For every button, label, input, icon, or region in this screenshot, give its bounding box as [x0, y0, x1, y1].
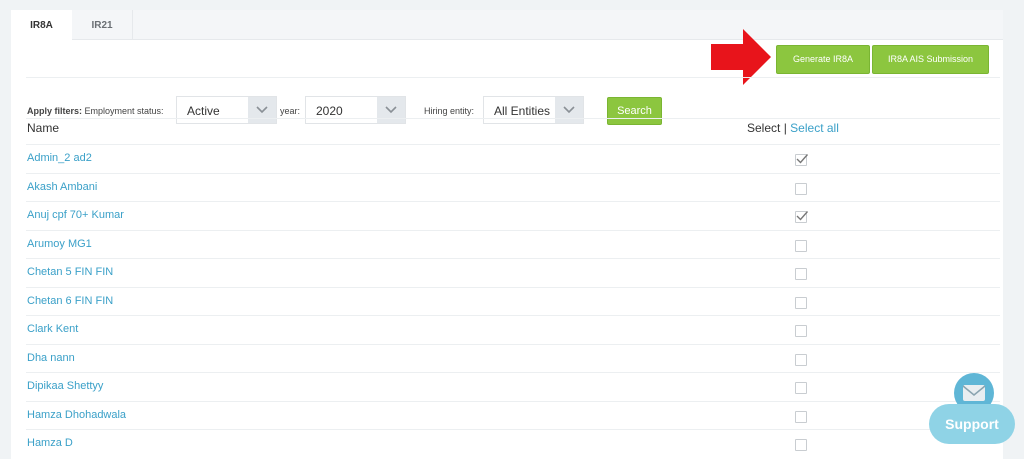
employee-name-link[interactable]: Hamza D [27, 437, 73, 449]
hiring-entity-label: Hiring entity: [424, 106, 475, 116]
table-row: Akash Ambani [26, 172, 1000, 202]
name-column-header: Name [27, 121, 60, 135]
select-checkbox[interactable] [795, 211, 809, 223]
select-all-link[interactable]: Select all [790, 121, 839, 135]
table-row: Chetan 6 FIN FIN [26, 286, 1000, 316]
select-checkbox[interactable] [795, 439, 807, 451]
main-panel: IR8A IR21 Generate IR8A IR8A AIS Submiss… [11, 10, 1003, 459]
table-row: Admin_2 ad2 [26, 144, 1000, 173]
employee-name-link[interactable]: Admin_2 ad2 [27, 152, 92, 164]
table-row: Chetan 5 FIN FIN [26, 258, 1000, 287]
employee-name-link[interactable]: Akash Ambani [27, 181, 97, 193]
table-row: Hamza D [26, 429, 1000, 458]
tab-bar: IR8A IR21 [11, 10, 1003, 40]
employee-name-link[interactable]: Hamza Dhohadwala [27, 409, 126, 421]
select-checkbox[interactable] [795, 154, 809, 166]
employee-name-link[interactable]: Arumoy MG1 [27, 238, 92, 250]
employee-name-link[interactable]: Anuj cpf 70+ Kumar [27, 209, 124, 221]
select-label: Select [747, 121, 781, 135]
hiring-entity-select[interactable]: All Entities [483, 96, 584, 124]
table-row: Clark Kent [26, 315, 1000, 344]
tab-ir8a[interactable]: IR8A [11, 10, 72, 40]
filters-bar: Apply filters: Employment status: Active… [11, 90, 1003, 130]
search-button[interactable]: Search [607, 97, 662, 125]
select-column-header: Select | Select all [747, 121, 839, 135]
table-row: Anuj cpf 70+ Kumar [26, 201, 1000, 230]
year-value: 2020 [316, 104, 343, 118]
employment-status-value: Active [187, 104, 220, 118]
select-checkbox[interactable] [795, 239, 807, 252]
select-checkbox[interactable] [795, 296, 807, 309]
select-checkbox[interactable] [795, 353, 807, 366]
chevron-down-icon[interactable] [555, 97, 583, 123]
employee-name-link[interactable]: Chetan 6 FIN FIN [27, 295, 113, 307]
employee-name-link[interactable]: Dha nann [27, 352, 75, 364]
select-checkbox[interactable] [795, 325, 807, 337]
apply-filters-label: Apply filters: [27, 106, 83, 116]
select-checkbox[interactable] [795, 410, 807, 423]
check-icon [796, 154, 809, 164]
divider [26, 118, 1000, 119]
ir8a-ais-submission-button[interactable]: IR8A AIS Submission [872, 45, 989, 74]
table-row: Dha nann [26, 343, 1000, 373]
select-divider: | [783, 121, 787, 135]
generate-ir8a-button[interactable]: Generate IR8A [776, 45, 870, 74]
select-checkbox[interactable] [795, 268, 807, 280]
employee-name-link[interactable]: Dipikaa Shettyy [27, 380, 103, 392]
select-checkbox[interactable] [795, 382, 807, 394]
tab-ir21[interactable]: IR21 [72, 10, 133, 39]
check-icon [796, 211, 809, 221]
table-row: Dipikaa Shettyy [26, 372, 1000, 401]
employment-status-select[interactable]: Active [176, 96, 277, 124]
table-row: Arumoy MG1 [26, 229, 1000, 259]
year-label: year: [280, 106, 301, 116]
support-button[interactable]: Support [929, 404, 1015, 444]
year-select[interactable]: 2020 [305, 96, 406, 124]
chevron-down-icon[interactable] [377, 97, 405, 123]
divider [26, 77, 1000, 78]
table-row: Hamza Dhohadwala [26, 400, 1000, 430]
select-checkbox[interactable] [795, 182, 807, 195]
employee-name-link[interactable]: Chetan 5 FIN FIN [27, 266, 113, 278]
chevron-down-icon[interactable] [248, 97, 276, 123]
employee-name-link[interactable]: Clark Kent [27, 323, 78, 335]
employment-status-label: Employment status: [84, 106, 164, 116]
filters-label: Apply filters: Employment status: [27, 106, 164, 116]
hiring-entity-value: All Entities [494, 104, 551, 118]
